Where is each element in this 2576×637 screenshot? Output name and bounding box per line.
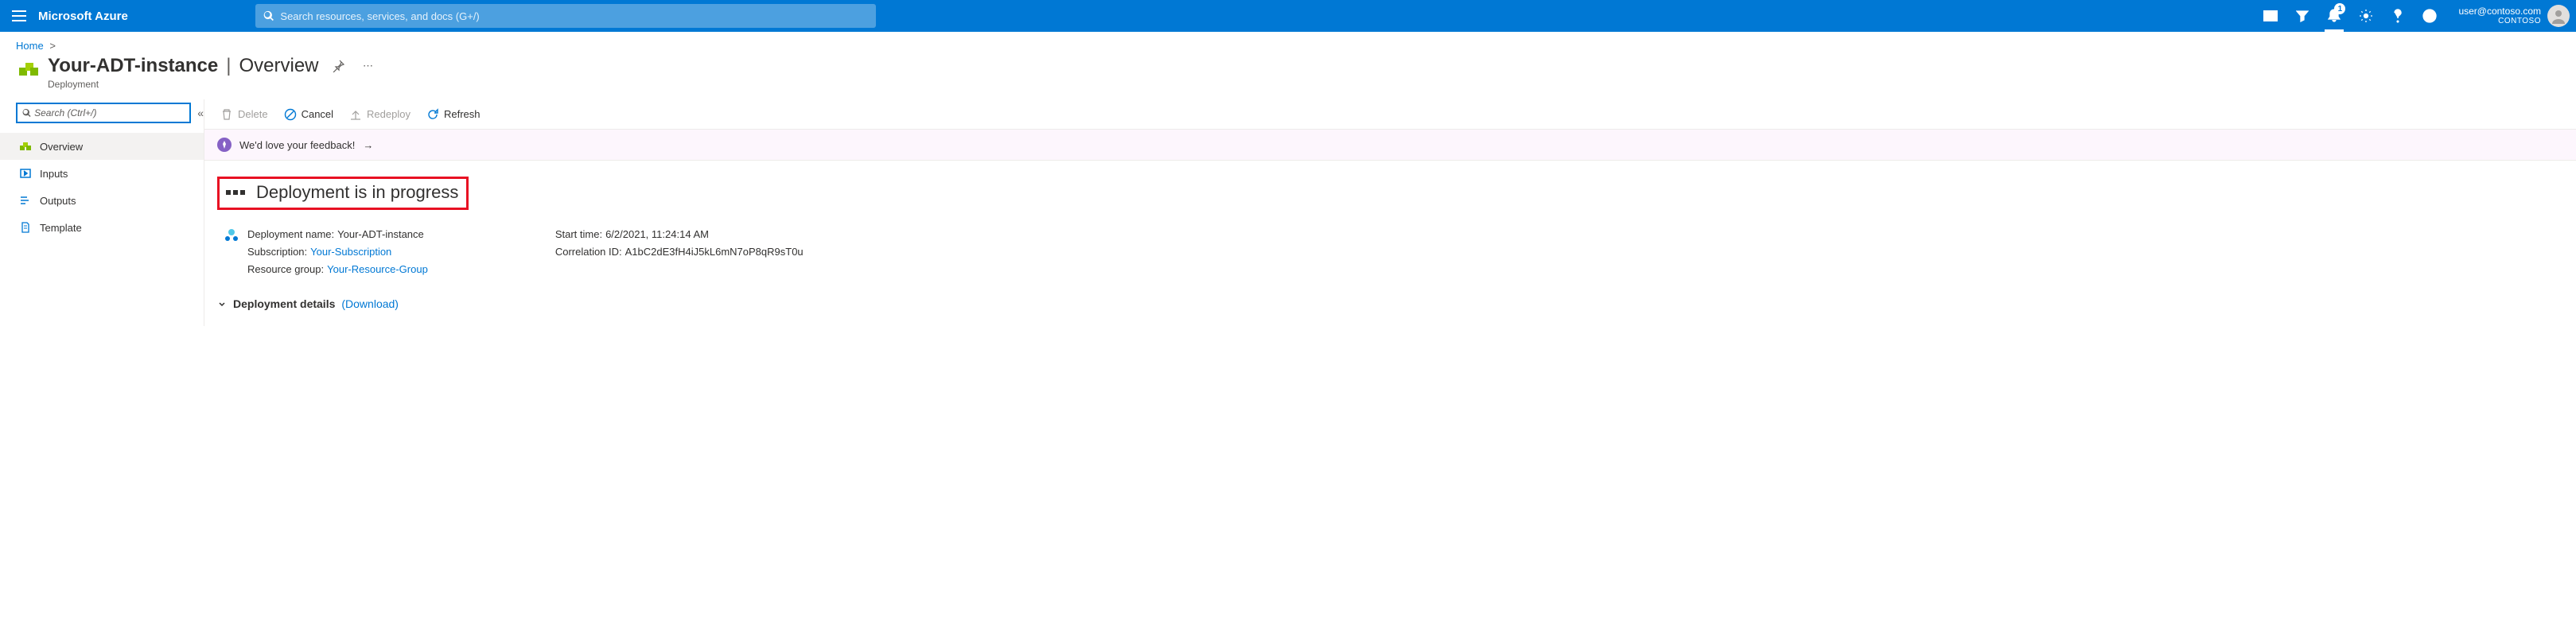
search-icon [263, 10, 274, 21]
breadcrumb-home[interactable]: Home [16, 40, 44, 52]
refresh-icon [426, 108, 439, 121]
subscription-label: Subscription: [247, 246, 307, 258]
feedback-banner[interactable]: We'd love your feedback! → [204, 130, 2576, 161]
redeploy-icon [349, 108, 362, 121]
arrow-right-icon: → [363, 139, 373, 151]
download-link[interactable]: (Download) [341, 297, 399, 310]
pin-button[interactable] [327, 55, 349, 77]
sidebar-item-label: Overview [40, 141, 83, 153]
deployment-details-toggle[interactable]: Deployment details (Download) [217, 297, 2563, 310]
main-content: Delete Cancel Redeploy Refresh We'd love… [204, 99, 2576, 326]
user-tenant: CONTOSO [2458, 17, 2541, 26]
cancel-icon [284, 108, 297, 121]
sidebar-item-label: Template [40, 222, 82, 234]
sidebar-item-template[interactable]: Template [0, 214, 204, 241]
cancel-button[interactable]: Cancel [278, 103, 340, 126]
cloud-shell-icon[interactable] [2255, 0, 2286, 32]
page-header: Your-ADT-instance | Overview ⋯ Deploymen… [0, 55, 2576, 99]
correlation-id-label: Correlation ID: [555, 246, 622, 258]
sidebar-item-label: Outputs [40, 195, 76, 207]
redeploy-button[interactable]: Redeploy [343, 103, 417, 126]
avatar [2547, 5, 2570, 27]
azure-topbar: Microsoft Azure 1 user@contoso.com [0, 0, 2576, 32]
resource-group-icon [16, 56, 41, 82]
global-search[interactable] [255, 4, 876, 28]
sidebar-search[interactable] [16, 103, 191, 123]
outputs-icon [19, 194, 32, 207]
deployment-name-label: Deployment name: [247, 228, 334, 240]
collapse-sidebar-button[interactable]: « [197, 107, 204, 119]
overview-icon [19, 140, 32, 153]
user-account[interactable]: user@contoso.com CONTOSO [2446, 5, 2576, 27]
sidebar: « Overview Inputs Outputs Template [0, 99, 204, 326]
start-time-value: 6/2/2021, 11:24:14 AM [605, 228, 709, 240]
feedback-text: We'd love your feedback! [239, 139, 355, 151]
help-icon[interactable] [2382, 0, 2414, 32]
inputs-icon [19, 167, 32, 180]
template-icon [19, 221, 32, 234]
breadcrumb: Home > [0, 32, 2576, 55]
directory-filter-icon[interactable] [2286, 0, 2318, 32]
breadcrumb-separator: > [49, 40, 56, 52]
notification-badge: 1 [2334, 3, 2345, 14]
hamburger-menu[interactable] [0, 0, 38, 32]
topbar-actions: 1 user@contoso.com CONTOSO [2255, 0, 2576, 32]
correlation-id-value: A1bC2dE3fH4iJ5kL6mN7oP8qR9sT0u [625, 246, 804, 258]
sidebar-item-inputs[interactable]: Inputs [0, 160, 204, 187]
subscription-link[interactable]: Your-Subscription [310, 246, 391, 258]
title-separator: | [226, 55, 231, 77]
brand-label[interactable]: Microsoft Azure [38, 10, 160, 23]
resource-subtype: Deployment [48, 79, 379, 90]
user-email: user@contoso.com [2458, 6, 2541, 17]
trash-icon [220, 108, 233, 121]
global-search-input[interactable] [280, 10, 867, 22]
delete-button[interactable]: Delete [214, 103, 274, 126]
command-bar: Delete Cancel Redeploy Refresh [204, 99, 2576, 130]
sidebar-item-outputs[interactable]: Outputs [0, 187, 204, 214]
progress-dots-icon [226, 190, 245, 195]
deployment-name-value: Your-ADT-instance [337, 228, 424, 240]
resource-group-link[interactable]: Your-Resource-Group [327, 263, 428, 275]
search-icon [22, 108, 31, 118]
status-headline: Deployment is in progress [256, 182, 458, 203]
sidebar-item-label: Inputs [40, 168, 68, 180]
adt-resource-icon [224, 227, 239, 243]
resource-name: Your-ADT-instance [48, 55, 218, 77]
feedback-icon[interactable] [2414, 0, 2446, 32]
more-button[interactable]: ⋯ [357, 55, 379, 77]
resource-group-label: Resource group: [247, 263, 324, 275]
deployment-details-label: Deployment details [233, 297, 335, 310]
chevron-down-icon [217, 299, 227, 309]
feedback-rocket-icon [217, 138, 232, 152]
deployment-status: Deployment is in progress [217, 177, 469, 210]
settings-icon[interactable] [2350, 0, 2382, 32]
section-name: Overview [239, 55, 318, 77]
refresh-button[interactable]: Refresh [420, 103, 487, 126]
sidebar-search-input[interactable] [34, 107, 185, 118]
sidebar-item-overview[interactable]: Overview [0, 133, 204, 160]
start-time-label: Start time: [555, 228, 602, 240]
notifications-icon[interactable]: 1 [2318, 0, 2350, 32]
